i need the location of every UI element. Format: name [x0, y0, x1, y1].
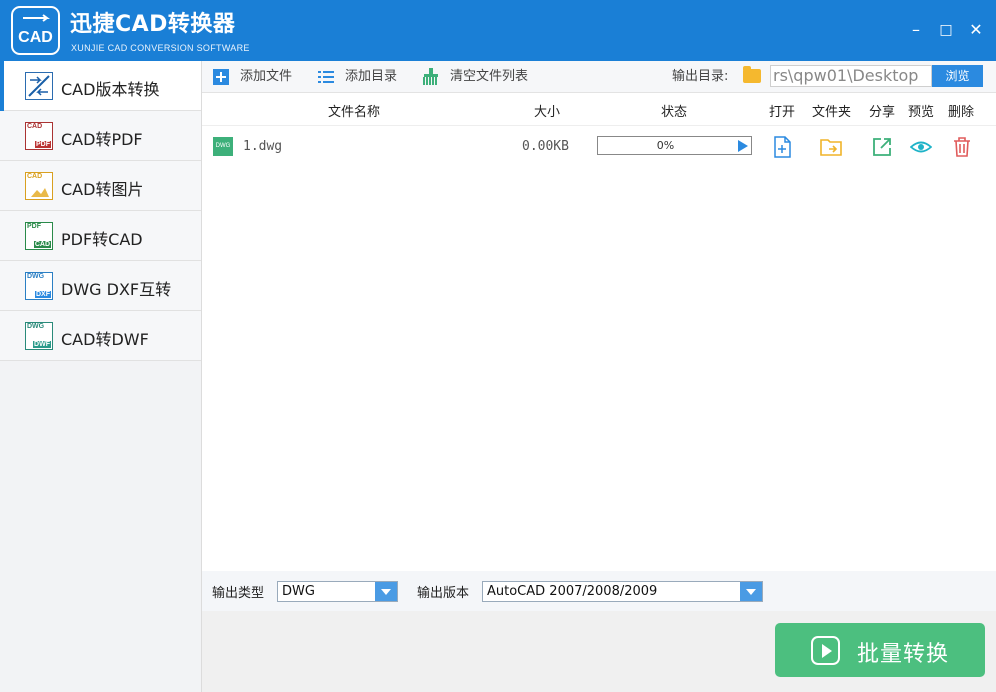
- app-title: 迅捷CAD转换器: [70, 12, 236, 37]
- open-file-icon[interactable]: [771, 136, 793, 158]
- cad-to-dwf-icon: DWG DWF: [25, 322, 53, 350]
- delete-trash-icon[interactable]: [951, 136, 973, 158]
- output-type-select[interactable]: DWG: [277, 581, 398, 602]
- file-size: 0.00KB: [522, 139, 569, 154]
- clear-list-label: 清空文件列表: [450, 69, 529, 84]
- header-share: 分享: [869, 105, 896, 120]
- maximize-button[interactable]: □: [936, 20, 956, 40]
- sidebar-item-label: CAD转PDF: [61, 130, 143, 149]
- logo-text: CAD: [18, 29, 53, 46]
- sidebar-item-cad-version[interactable]: CAD版本转换: [0, 61, 201, 111]
- dwg-file-icon: DWG: [213, 137, 233, 156]
- chevron-down-icon: [375, 582, 397, 601]
- broom-icon: [423, 68, 438, 85]
- sidebar: CAD版本转换 CAD PDF CAD转PDF CAD CAD转图片 PDF C…: [0, 61, 202, 692]
- header-open: 打开: [769, 105, 796, 120]
- output-version-value: AutoCAD 2007/2008/2009: [487, 584, 658, 599]
- output-dir-label: 输出目录:: [672, 69, 729, 84]
- progress-text: 0%: [656, 139, 675, 152]
- minimize-button[interactable]: –: [906, 20, 926, 40]
- toolbar: 添加文件 添加目录 清空文件列表 输出目录: rs\qpw01\Desktop …: [202, 61, 996, 93]
- file-table-header: 文件名称 大小 状态 打开 文件夹 分享 预览 删除: [202, 93, 996, 126]
- list-icon: [318, 71, 334, 83]
- file-name: 1.dwg: [243, 139, 283, 154]
- title-bar: CAD 迅捷CAD转换器 XUNJIE CAD CONVERSION SOFTW…: [0, 0, 996, 61]
- sidebar-item-label: CAD版本转换: [61, 80, 160, 99]
- output-path-input[interactable]: rs\qpw01\Desktop: [770, 65, 932, 87]
- add-directory-label: 添加目录: [345, 69, 398, 84]
- play-icon: [811, 636, 840, 665]
- batch-convert-label: 批量转换: [857, 642, 950, 667]
- table-row[interactable]: DWG 1.dwg 0.00KB 0%: [202, 127, 996, 167]
- sidebar-item-cad-to-pdf[interactable]: CAD PDF CAD转PDF: [0, 111, 201, 161]
- progress-bar: 0%: [597, 136, 752, 155]
- folder-icon: [743, 66, 761, 83]
- dwg-dxf-icon: DWG DXF: [25, 272, 53, 300]
- app-logo: CAD: [11, 6, 60, 55]
- header-file-name: 文件名称: [328, 105, 381, 120]
- share-icon[interactable]: [871, 136, 893, 158]
- swap-arrows-icon: [23, 14, 50, 22]
- cad-to-pdf-icon: CAD PDF: [25, 122, 53, 150]
- header-delete: 删除: [948, 105, 975, 120]
- cad-to-image-icon: CAD: [25, 172, 53, 200]
- app-subtitle: XUNJIE CAD CONVERSION SOFTWARE: [71, 43, 250, 53]
- sidebar-item-label: PDF转CAD: [61, 230, 143, 249]
- output-type-label: 输出类型: [212, 586, 265, 601]
- options-bar: 输出类型 DWG 输出版本 AutoCAD 2007/2008/2009: [202, 571, 996, 611]
- chevron-down-icon: [740, 582, 762, 601]
- footer: 批量转换: [202, 611, 996, 692]
- preview-eye-icon[interactable]: [910, 136, 932, 158]
- header-size: 大小: [534, 105, 561, 120]
- pdf-to-cad-icon: PDF CAD: [25, 222, 53, 250]
- header-folder: 文件夹: [812, 105, 852, 120]
- output-type-value: DWG: [282, 584, 315, 599]
- header-status: 状态: [661, 105, 688, 120]
- active-indicator: [0, 61, 4, 111]
- add-file-label: 添加文件: [240, 69, 293, 84]
- batch-convert-button[interactable]: 批量转换: [775, 623, 985, 677]
- sidebar-item-pdf-to-cad[interactable]: PDF CAD PDF转CAD: [0, 211, 201, 261]
- start-icon[interactable]: [738, 140, 748, 152]
- open-folder-icon[interactable]: [820, 136, 842, 158]
- close-button[interactable]: ✕: [966, 20, 986, 40]
- sidebar-item-label: CAD转图片: [61, 180, 144, 199]
- browse-button[interactable]: 浏览: [932, 65, 983, 87]
- sidebar-item-label: CAD转DWF: [61, 330, 149, 349]
- sidebar-item-cad-to-dwf[interactable]: DWG DWF CAD转DWF: [0, 311, 201, 361]
- header-preview: 预览: [908, 105, 935, 120]
- sidebar-item-label: DWG DXF互转: [61, 280, 172, 299]
- sidebar-item-dwg-dxf[interactable]: DWG DXF DWG DXF互转: [0, 261, 201, 311]
- add-file-icon: [213, 69, 229, 85]
- sidebar-item-cad-to-image[interactable]: CAD CAD转图片: [0, 161, 201, 211]
- output-version-select[interactable]: AutoCAD 2007/2008/2009: [482, 581, 763, 602]
- cad-version-icon: [25, 72, 53, 100]
- output-version-label: 输出版本: [417, 586, 470, 601]
